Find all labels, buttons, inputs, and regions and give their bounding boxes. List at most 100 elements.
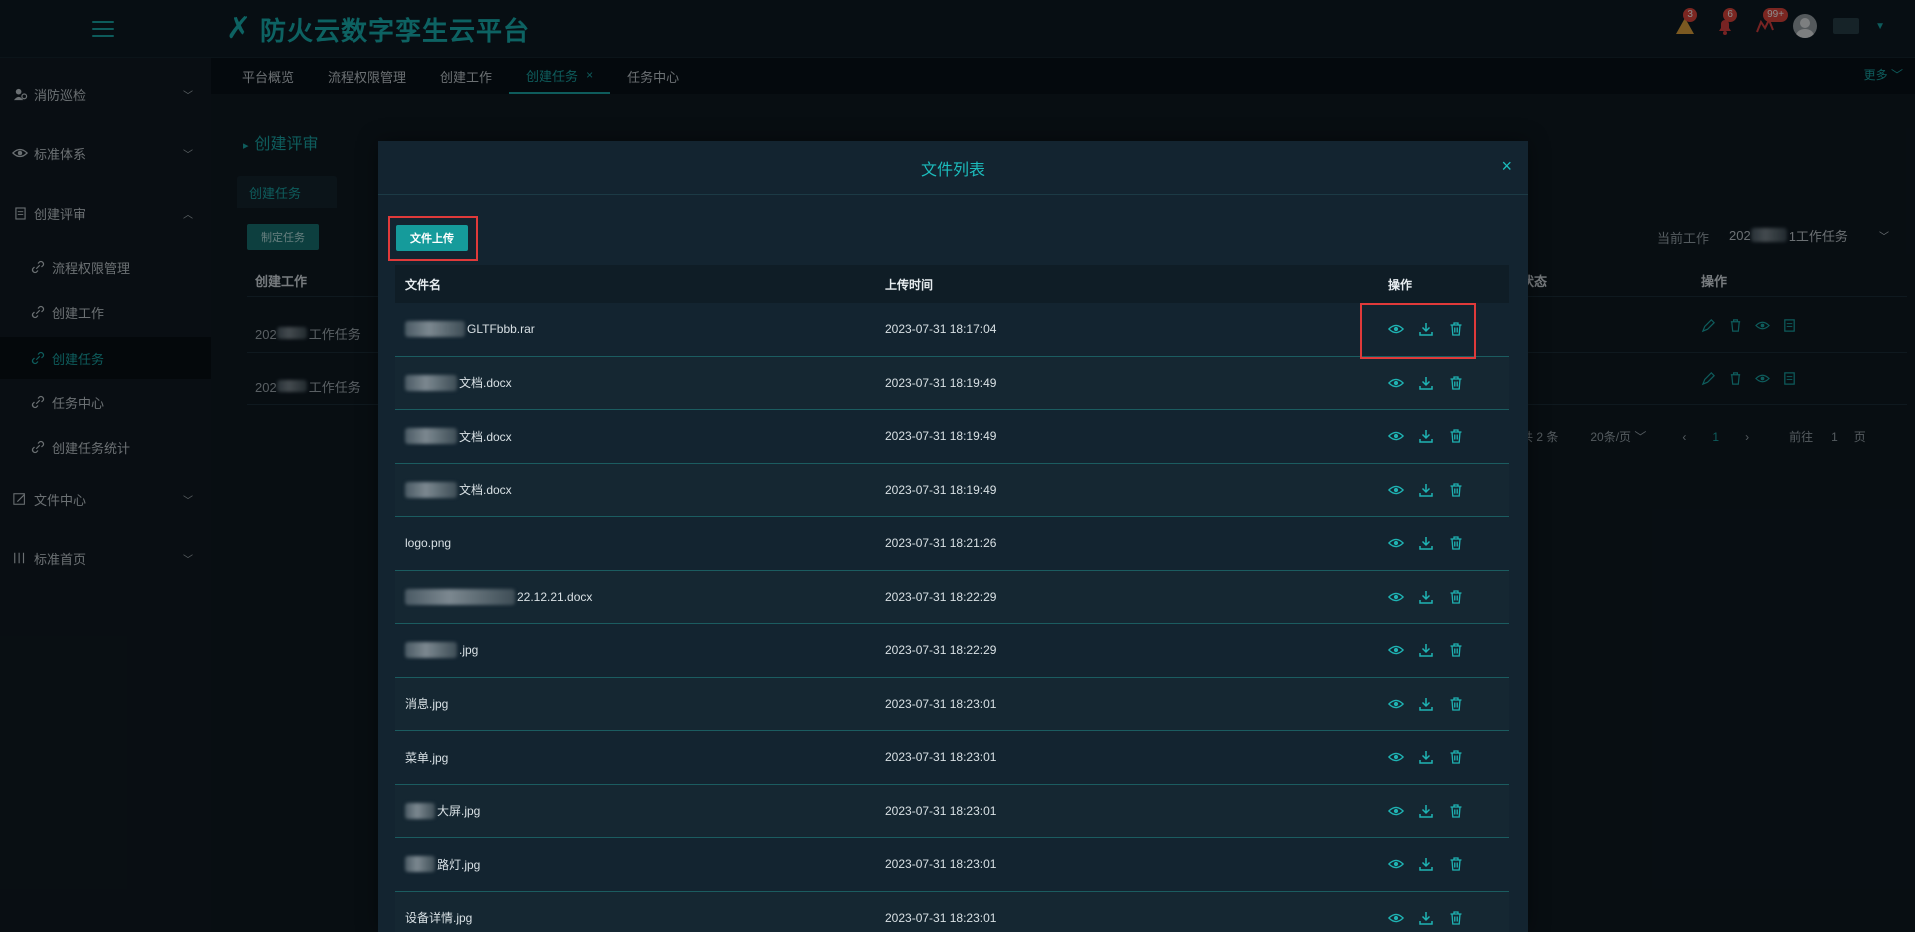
eye-icon[interactable] [1388,642,1404,658]
upload-time: 2023-07-31 18:19:49 [885,482,997,497]
file-name-cell: 设备详情.jpg [395,909,885,926]
download-icon[interactable] [1418,535,1434,551]
table-row: 文档.docx 2023-07-31 18:19:49 [395,410,1509,464]
redacted-text [405,428,457,445]
file-name-cell: 消息.jpg [395,695,885,712]
upload-time: 2023-07-31 18:23:01 [885,750,997,765]
download-icon[interactable] [1418,642,1434,658]
redacted-text [405,321,465,338]
eye-icon[interactable] [1388,428,1404,444]
file-name-cell: 大屏.jpg [395,802,885,819]
eye-icon[interactable] [1388,589,1404,605]
trash-icon[interactable] [1448,482,1464,498]
file-name: 消息.jpg [405,697,449,712]
table-row: logo.png 2023-07-31 18:21:26 [395,517,1509,571]
file-actions [1375,803,1509,819]
close-icon[interactable]: × [1501,157,1512,175]
upload-file-button[interactable]: 文件上传 [396,225,468,251]
dialog-header: 文件列表 × [378,141,1528,195]
file-name: 文档.docx [459,376,512,391]
trash-icon[interactable] [1448,749,1464,765]
file-name: .jpg [459,643,479,658]
redacted-text [405,856,435,873]
upload-time: 2023-07-31 18:23:01 [885,910,997,925]
eye-icon[interactable] [1388,910,1404,926]
file-name: 菜单.jpg [405,750,449,765]
download-icon[interactable] [1418,428,1434,444]
redacted-text [405,588,515,605]
column-header-file-name: 文件名 [405,277,442,292]
upload-time: 2023-07-31 18:19:49 [885,429,997,444]
file-name-cell: GLTFbbb.rar [395,321,885,338]
download-icon[interactable] [1418,696,1434,712]
trash-icon[interactable] [1448,375,1464,391]
eye-icon[interactable] [1388,856,1404,872]
file-actions [1375,910,1509,926]
eye-icon[interactable] [1388,535,1404,551]
file-actions [1375,375,1509,391]
file-name-cell: logo.png [395,536,885,550]
file-name: logo.png [405,536,452,551]
file-name-cell: .jpg [395,642,885,659]
download-icon[interactable] [1418,589,1434,605]
table-row: 22.12.21.docx 2023-07-31 18:22:29 [395,570,1509,624]
table-row: GLTFbbb.rar 2023-07-31 18:17:04 [395,303,1509,357]
file-list-dialog: 文件列表 × 文件上传 文件名 上传时间 操作 GLTFbbb.rar 2023-… [378,141,1528,932]
table-row: .jpg 2023-07-31 18:22:29 [395,624,1509,678]
trash-icon[interactable] [1448,910,1464,926]
dialog-title: 文件列表 [920,161,985,179]
download-icon[interactable] [1418,856,1434,872]
file-actions [1375,535,1509,551]
trash-icon[interactable] [1448,428,1464,444]
table-row: 路灯.jpg 2023-07-31 18:23:01 [395,838,1509,892]
redacted-text [405,374,457,391]
table-body: GLTFbbb.rar 2023-07-31 18:17:04 文档.docx 202… [395,303,1509,932]
upload-time: 2023-07-31 18:23:01 [885,803,997,818]
upload-time: 2023-07-31 18:22:29 [885,643,997,658]
file-actions [1375,428,1509,444]
trash-icon[interactable] [1448,803,1464,819]
file-name: 路灯.jpg [437,857,481,872]
trash-icon[interactable] [1448,856,1464,872]
file-table: 文件名 上传时间 操作 GLTFbbb.rar 2023-07-31 18:17:… [395,265,1509,932]
eye-icon[interactable] [1388,375,1404,391]
upload-time: 2023-07-31 18:21:26 [885,536,997,551]
redacted-text [405,481,457,498]
upload-time: 2023-07-31 18:17:04 [885,322,997,337]
trash-icon[interactable] [1448,696,1464,712]
file-name: GLTFbbb.rar [467,322,535,337]
eye-icon[interactable] [1388,696,1404,712]
file-name: 22.12.21.docx [517,589,593,604]
trash-icon[interactable] [1448,589,1464,605]
download-icon[interactable] [1418,749,1434,765]
table-header: 文件名 上传时间 操作 [395,265,1509,303]
eye-icon[interactable] [1388,482,1404,498]
eye-icon[interactable] [1388,749,1404,765]
file-actions [1375,589,1509,605]
trash-icon[interactable] [1448,535,1464,551]
file-name-cell: 路灯.jpg [395,856,885,873]
file-name: 大屏.jpg [437,804,481,819]
download-icon[interactable] [1418,375,1434,391]
table-row: 消息.jpg 2023-07-31 18:23:01 [395,677,1509,731]
file-name: 设备详情.jpg [405,911,473,926]
table-row: 文档.docx 2023-07-31 18:19:49 [395,463,1509,517]
upload-time: 2023-07-31 18:19:49 [885,375,997,390]
table-row: 菜单.jpg 2023-07-31 18:23:01 [395,731,1509,785]
redacted-text [405,642,457,659]
download-icon[interactable] [1418,803,1434,819]
file-actions [1375,696,1509,712]
file-actions [1375,749,1509,765]
table-row: 文档.docx 2023-07-31 18:19:49 [395,356,1509,410]
table-row: 设备详情.jpg 2023-07-31 18:23:01 [395,891,1509,932]
download-icon[interactable] [1418,482,1434,498]
eye-icon[interactable] [1388,803,1404,819]
file-actions [1375,856,1509,872]
file-name-cell: 菜单.jpg [395,749,885,766]
file-name-cell: 22.12.21.docx [395,588,885,605]
table-row: 大屏.jpg 2023-07-31 18:23:01 [395,784,1509,838]
file-name-cell: 文档.docx [395,481,885,498]
trash-icon[interactable] [1448,642,1464,658]
highlight-box [1360,303,1476,359]
download-icon[interactable] [1418,910,1434,926]
